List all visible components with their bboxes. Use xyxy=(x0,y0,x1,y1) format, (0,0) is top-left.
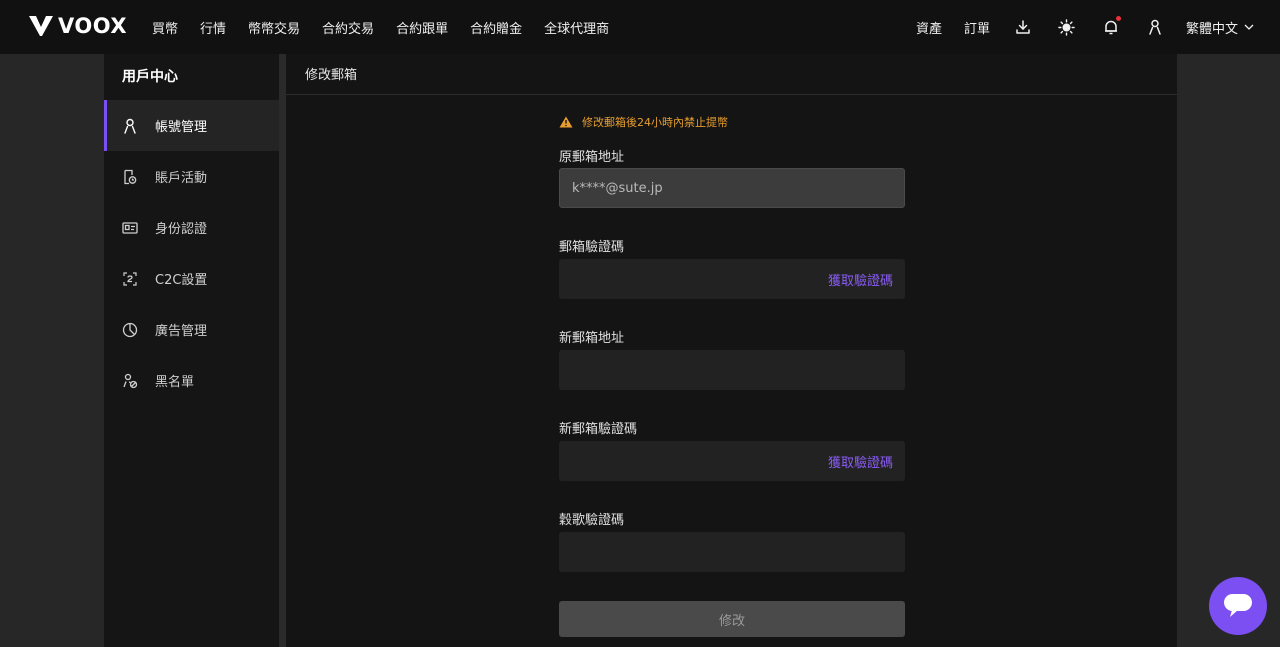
new-email-code-label: 新郵箱驗證碼 xyxy=(559,422,638,437)
warning-text: 修改郵箱後24小時內禁止提幣 xyxy=(582,116,728,129)
nav-item-bonus[interactable]: 合約贈金 xyxy=(470,18,522,37)
pie-chart-icon xyxy=(122,322,138,338)
sidebar-item-label: 帳號管理 xyxy=(155,120,208,135)
nav-orders[interactable]: 訂單 xyxy=(964,18,990,37)
main-panel: 修改郵箱 修改郵箱後24小時內禁止提幣 原郵箱地址 郵箱驗證碼 獲取驗證碼 新郵… xyxy=(286,54,1177,647)
theme-toggle-icon[interactable] xyxy=(1056,16,1078,38)
sidebar: 用戶中心 帳號管理 賬戶活動 身份認證 C2C設置 廣告管理 黑名單 xyxy=(104,54,279,647)
warning-notice: 修改郵箱後24小時內禁止提幣 xyxy=(559,114,728,130)
brand-logo[interactable]: VOOX xyxy=(28,14,127,38)
activity-icon xyxy=(122,169,138,185)
email-code-label: 郵箱驗證碼 xyxy=(559,240,625,255)
old-email-field[interactable] xyxy=(559,168,905,208)
nav-item-spot[interactable]: 幣幣交易 xyxy=(248,18,300,37)
sidebar-item-label: 廣告管理 xyxy=(155,324,208,339)
nav-item-futures[interactable]: 合約交易 xyxy=(322,18,374,37)
notification-dot xyxy=(1115,16,1121,21)
page-title: 修改郵箱 xyxy=(305,68,358,83)
email-code-field[interactable]: 獲取驗證碼 xyxy=(559,259,905,299)
nav-assets[interactable]: 資產 xyxy=(916,18,942,37)
user-icon xyxy=(122,118,138,134)
new-email-code-field[interactable]: 獲取驗證碼 xyxy=(559,441,905,481)
nav-item-markets[interactable]: 行情 xyxy=(200,18,226,37)
right-gutter xyxy=(1177,54,1280,647)
nav-item-agents[interactable]: 全球代理商 xyxy=(544,18,609,37)
sidebar-item-c2c[interactable]: C2C設置 xyxy=(104,253,279,304)
chat-support-button[interactable] xyxy=(1209,577,1267,635)
left-gutter xyxy=(0,54,104,647)
main-header: 修改郵箱 xyxy=(286,54,1177,95)
old-email-label: 原郵箱地址 xyxy=(559,150,625,165)
new-email-label: 新郵箱地址 xyxy=(559,331,625,346)
c2c-icon xyxy=(122,271,138,287)
sidebar-title: 用戶中心 xyxy=(122,69,178,85)
google-code-input[interactable] xyxy=(571,544,893,560)
user-profile-icon[interactable] xyxy=(1144,16,1166,38)
new-email-field[interactable] xyxy=(559,350,905,390)
google-code-field[interactable] xyxy=(559,532,905,572)
sidebar-item-label: 身份認證 xyxy=(155,222,208,237)
warning-icon xyxy=(559,116,573,128)
sidebar-item-label: 黑名單 xyxy=(155,375,195,390)
nav-right: 資產 訂單 繁體中文 xyxy=(894,0,1254,54)
chevron-down-icon xyxy=(1244,24,1254,30)
top-navbar: VOOX 買幣 行情 幣幣交易 合約交易 合約跟單 合約贈金 全球代理商 資產 … xyxy=(0,0,1280,54)
old-email-input[interactable] xyxy=(572,180,892,196)
new-email-input[interactable] xyxy=(571,362,893,378)
submit-button[interactable]: 修改 xyxy=(559,601,905,637)
id-card-icon xyxy=(122,220,138,236)
sidebar-item-ads[interactable]: 廣告管理 xyxy=(104,304,279,355)
get-new-email-code-button[interactable]: 獲取驗證碼 xyxy=(828,452,893,471)
blacklist-icon xyxy=(122,373,138,389)
language-label: 繁體中文 xyxy=(1185,21,1238,37)
chat-bubble-icon xyxy=(1224,594,1252,617)
get-email-code-button[interactable]: 獲取驗證碼 xyxy=(828,270,893,289)
sidebar-item-activity[interactable]: 賬戶活動 xyxy=(104,151,279,202)
nav-item-buy[interactable]: 買幣 xyxy=(152,18,178,37)
email-code-input[interactable] xyxy=(571,271,820,287)
nav-item-copy-trading[interactable]: 合約跟單 xyxy=(396,18,448,37)
sidebar-item-label: 賬戶活動 xyxy=(155,171,208,186)
notification-bell-icon[interactable] xyxy=(1100,16,1122,38)
sidebar-item-identity[interactable]: 身份認證 xyxy=(104,202,279,253)
main-nav: 買幣 行情 幣幣交易 合約交易 合約跟單 合約贈金 全球代理商 xyxy=(152,0,631,54)
download-icon[interactable] xyxy=(1012,16,1034,38)
voox-logo-icon xyxy=(29,16,53,36)
sidebar-item-label: C2C設置 xyxy=(155,273,208,288)
sidebar-item-blacklist[interactable]: 黑名單 xyxy=(104,355,279,406)
panel-divider xyxy=(279,54,286,647)
sidebar-item-account[interactable]: 帳號管理 xyxy=(104,100,279,151)
brand-name: VOOX xyxy=(58,14,128,38)
language-selector[interactable]: 繁體中文 xyxy=(1186,18,1254,37)
new-email-code-input[interactable] xyxy=(571,453,820,469)
google-code-label: 穀歌驗證碼 xyxy=(559,513,625,528)
